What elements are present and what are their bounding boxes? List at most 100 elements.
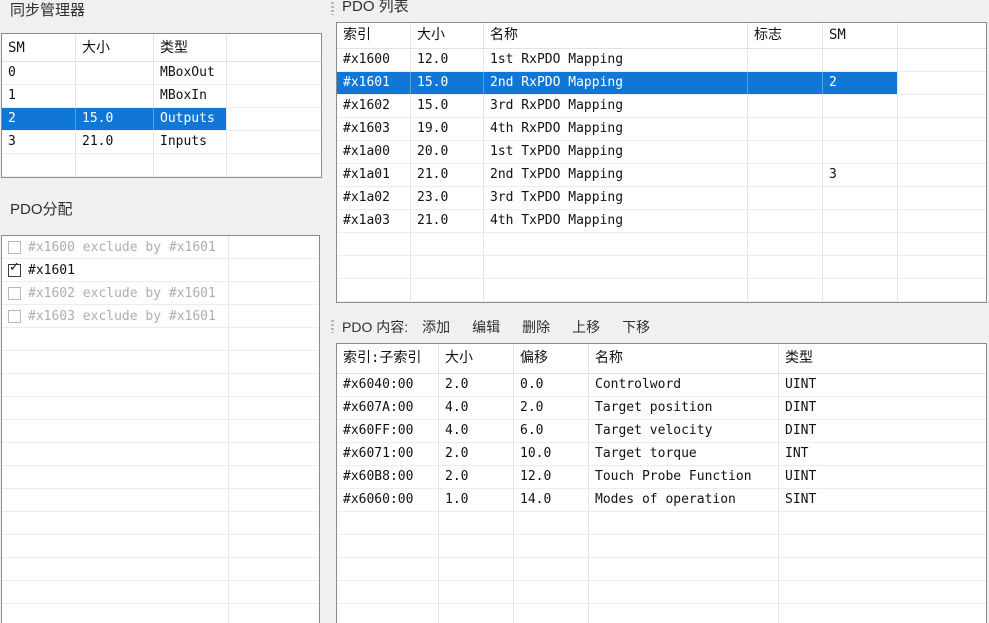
empty-row [2, 604, 319, 623]
empty-row [337, 279, 986, 302]
checkbox: ✓ [8, 241, 21, 254]
empty-row [2, 489, 319, 512]
empty-row [337, 512, 986, 535]
sync-manager-row[interactable]: 3 21.0 Inputs [2, 131, 321, 154]
empty-row [337, 233, 986, 256]
pdo-assign-item[interactable]: ✓ #x1601 [2, 259, 319, 282]
column-header-size: 大小 [410, 23, 483, 48]
pdo-content-row[interactable]: #x607A:00 4.0 2.0 Target position DINT [337, 397, 986, 420]
toolbar-action-button[interactable]: 上移 [572, 318, 600, 336]
cell-index: #x1603 [337, 118, 410, 140]
empty-row [2, 420, 319, 443]
cell-empty [897, 164, 986, 186]
cell-sm: 1 [2, 85, 75, 107]
pdo-list-row[interactable]: #x1602 15.0 3rd RxPDO Mapping [337, 95, 986, 118]
cell-empty [226, 62, 321, 84]
toolbar-action-button[interactable]: 删除 [522, 318, 550, 336]
empty-row [2, 351, 319, 374]
cell-name: 4th RxPDO Mapping [483, 118, 747, 140]
pdo-content-row[interactable]: #x6071:00 2.0 10.0 Target torque INT [337, 443, 986, 466]
cell-index: #x1a01 [337, 164, 410, 186]
left-pane: 同步管理器 SM 大小 类型 0 MBoxOut [0, 0, 330, 623]
cell-size: 1.0 [438, 489, 513, 511]
column-header-name: 名称 [483, 23, 747, 48]
pdo-list-row[interactable]: #x1603 19.0 4th RxPDO Mapping [337, 118, 986, 141]
cell-flags [747, 187, 822, 209]
cell-sm [822, 118, 897, 140]
cell-type: INT [778, 443, 986, 465]
cell-empty [897, 141, 986, 163]
cell-index: #x1a00 [337, 141, 410, 163]
cell-name: Controlword [588, 374, 778, 396]
pdo-assign-list: ✓ #x1600 exclude by #x1601 ✓ #x1601 [1, 235, 320, 623]
pdo-content-row[interactable]: #x60FF:00 4.0 6.0 Target velocity DINT [337, 420, 986, 443]
cell-index-subindex: #x60FF:00 [337, 420, 438, 442]
pdo-list-row[interactable]: #x1a01 21.0 2nd TxPDO Mapping 3 [337, 164, 986, 187]
column-header-size: 大小 [75, 34, 153, 61]
empty-row [2, 154, 321, 177]
toolbar-action-button[interactable]: 编辑 [472, 318, 500, 336]
column-header-empty [897, 23, 986, 48]
pdo-list-row[interactable]: #x1600 12.0 1st RxPDO Mapping [337, 49, 986, 72]
cell-index-subindex: #x6040:00 [337, 374, 438, 396]
pdo-list-body: #x1600 12.0 1st RxPDO Mapping #x1601 15.… [337, 49, 986, 233]
cell-type: MBoxOut [153, 62, 226, 84]
pdo-content-actions: 添加 编辑 删除 上移 下移 [422, 319, 672, 335]
pdo-list-row[interactable]: #x1601 15.0 2nd RxPDO Mapping 2 [337, 72, 986, 95]
toolbar-action-button[interactable]: 添加 [422, 318, 450, 336]
cell-name: Modes of operation [588, 489, 778, 511]
sync-manager-row[interactable]: 1 MBoxIn [2, 85, 321, 108]
empty-row [2, 558, 319, 581]
pdo-list-row[interactable]: #x1a00 20.0 1st TxPDO Mapping [337, 141, 986, 164]
cell-flags [747, 118, 822, 140]
cell-sm: 3 [2, 131, 75, 153]
pdo-content-row[interactable]: #x60B8:00 2.0 12.0 Touch Probe Function … [337, 466, 986, 489]
cell-index: #x1a03 [337, 210, 410, 232]
cell-index: #x1601 [337, 72, 410, 94]
cell-empty [897, 72, 986, 94]
cell-offset: 10.0 [513, 443, 588, 465]
pdo-content-body: #x6040:00 2.0 0.0 Controlword UINT #x607… [337, 374, 986, 512]
cell-empty [226, 85, 321, 107]
pdo-list-row[interactable]: #x1a02 23.0 3rd TxPDO Mapping [337, 187, 986, 210]
cell-name: Touch Probe Function [588, 466, 778, 488]
pdo-content-row[interactable]: #x6040:00 2.0 0.0 Controlword UINT [337, 374, 986, 397]
column-header-empty [226, 34, 321, 61]
cell-size: 21.0 [75, 131, 153, 153]
empty-row [2, 443, 319, 466]
pdo-content-row[interactable]: #x6060:00 1.0 14.0 Modes of operation SI… [337, 489, 986, 512]
cell-sm: 3 [822, 164, 897, 186]
checkbox[interactable]: ✓ [8, 264, 21, 277]
sync-manager-row[interactable]: 0 MBoxOut [2, 62, 321, 85]
cell-name: 3rd TxPDO Mapping [483, 187, 747, 209]
cell-type: DINT [778, 397, 986, 419]
cell-size: 21.0 [410, 164, 483, 186]
cell-index: #x1600 [337, 49, 410, 71]
empty-row [2, 328, 319, 351]
cell-name: Target torque [588, 443, 778, 465]
drag-grip-icon [331, 320, 334, 333]
pdo-list-row[interactable]: #x1a03 21.0 4th TxPDO Mapping [337, 210, 986, 233]
pdo-assign-item: ✓ #x1602 exclude by #x1601 [2, 282, 319, 305]
empty-row [2, 374, 319, 397]
pdo-content-table: 索引:子索引 大小 偏移 名称 类型 #x6040:00 2.0 0.0 Con… [336, 343, 987, 623]
cell-offset: 2.0 [513, 397, 588, 419]
cell-name: Target velocity [588, 420, 778, 442]
cell-type: UINT [778, 374, 986, 396]
cell-offset: 12.0 [513, 466, 588, 488]
cell-index-subindex: #x607A:00 [337, 397, 438, 419]
cell-sm: 2 [2, 108, 75, 130]
cell-empty [897, 49, 986, 71]
cell-size [75, 85, 153, 107]
cell-flags [747, 72, 822, 94]
column-header-size: 大小 [438, 344, 513, 373]
sync-manager-row[interactable]: 2 15.0 Outputs [2, 108, 321, 131]
cell-name: 3rd RxPDO Mapping [483, 95, 747, 117]
pdo-assign-body: ✓ #x1600 exclude by #x1601 ✓ #x1601 [2, 236, 319, 328]
cell-flags [747, 141, 822, 163]
toolbar-action-button[interactable]: 下移 [622, 318, 650, 336]
cell-type: Outputs [153, 108, 226, 130]
pdo-list-title: PDO 列表 [342, 0, 409, 15]
column-header-sm: SM [2, 34, 75, 61]
empty-row [2, 512, 319, 535]
